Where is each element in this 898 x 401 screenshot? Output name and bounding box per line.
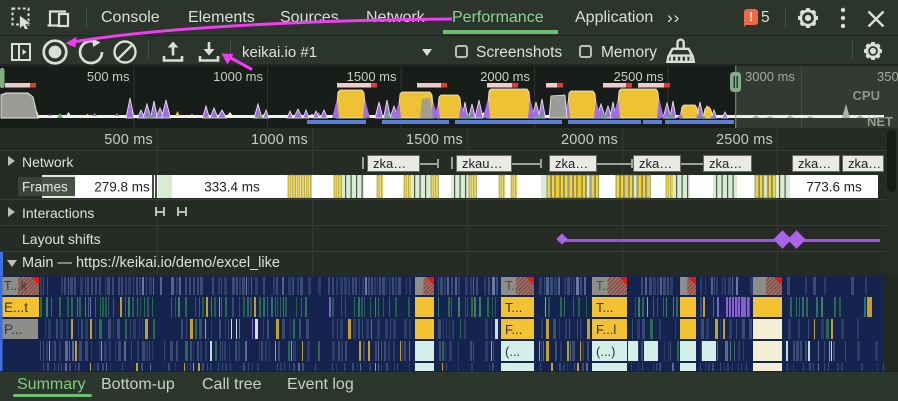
svg-text:T...: T... — [505, 279, 522, 293]
svg-text:F...l: F...l — [596, 322, 616, 337]
svg-text:P...: P... — [4, 322, 23, 337]
svg-text:T...k: T...k — [4, 279, 28, 293]
svg-text:NET: NET — [867, 114, 893, 128]
svg-text:279.8 ms: 279.8 ms — [94, 180, 150, 195]
svg-text:T...: T... — [596, 279, 613, 293]
svg-text:500 ms: 500 ms — [87, 69, 130, 84]
svg-text:CPU: CPU — [853, 88, 880, 103]
svg-text:F...: F... — [505, 322, 522, 337]
svg-text:2500 ms: 2500 ms — [614, 69, 664, 84]
svg-text:Frames: Frames — [22, 180, 68, 195]
svg-text:T...: T... — [596, 300, 613, 315]
svg-text:T...: T... — [505, 300, 522, 315]
svg-text:773.6 ms: 773.6 ms — [806, 180, 862, 195]
svg-text:350: 350 — [877, 69, 898, 84]
svg-text:2000 ms: 2000 ms — [480, 69, 530, 84]
svg-text:333.4 ms: 333.4 ms — [204, 180, 260, 195]
svg-text:1000 ms: 1000 ms — [213, 69, 263, 84]
svg-text:(...: (... — [505, 344, 520, 359]
svg-text:E...t: E...t — [4, 300, 28, 315]
svg-text:1500 ms: 1500 ms — [347, 69, 397, 84]
svg-text:(...): (...) — [596, 344, 616, 359]
svg-text:3000 ms: 3000 ms — [745, 69, 795, 84]
